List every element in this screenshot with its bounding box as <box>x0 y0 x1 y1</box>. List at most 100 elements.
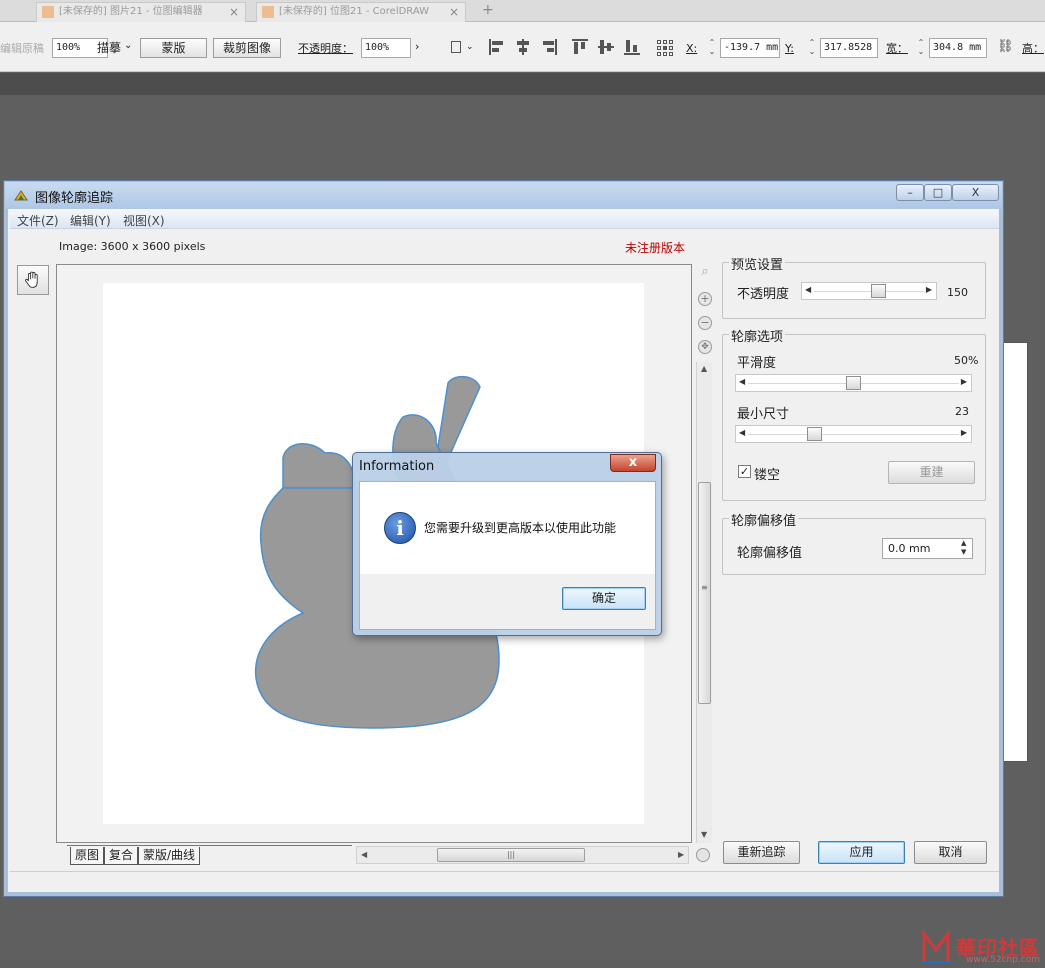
reference-point-icon[interactable] <box>656 38 676 56</box>
host-property-strip <box>0 73 1045 95</box>
chevron-right-icon[interactable]: › <box>415 38 419 58</box>
y-stepper[interactable]: ⌃ ⌄ <box>807 38 817 58</box>
tab-original[interactable]: 原图 <box>70 847 105 865</box>
edit-source-label: 编辑原稿 <box>0 42 44 55</box>
min-size-label: 最小尺寸 <box>737 407 790 422</box>
preview-opacity-slider[interactable]: ◀ ▶ <box>801 282 937 300</box>
close-tab-icon[interactable]: × <box>229 3 239 21</box>
watermark-logo <box>922 929 952 963</box>
align-center-icon[interactable] <box>515 38 531 56</box>
host-tab-strip: [未保存的] 图片21 - 位图编辑器 × [未保存的] 位图21 - Core… <box>0 0 1045 22</box>
vertical-scroll-thumb[interactable]: ≡ <box>698 482 711 704</box>
minimize-button[interactable]: – <box>896 184 924 201</box>
align-right-icon[interactable] <box>541 38 557 56</box>
x-stepper[interactable]: ⌃ ⌄ <box>707 38 717 58</box>
view-tabs: 原图 复合 蒙版/曲线 <box>67 845 352 865</box>
hollow-checkbox[interactable]: ✓ <box>738 465 751 478</box>
width-label: 宽： <box>886 42 908 55</box>
min-size-slider[interactable]: ◀ ▶ <box>735 425 972 443</box>
zoom-in-icon[interactable]: + <box>698 292 712 306</box>
scroll-left-arrow[interactable]: ◀ <box>361 850 367 859</box>
width-field[interactable]: 304.8 mm <box>929 38 987 58</box>
width-stepper[interactable]: ⌃ ⌄ <box>916 38 926 58</box>
dialog-titlebar[interactable]: 图像轮廓追踪 – □ X <box>5 182 1002 209</box>
preview-settings-title: 预览设置 <box>729 254 786 273</box>
contour-offset-group: 轮廓偏移值 轮廓偏移值 0.0 mm ▲ ▼ <box>722 510 986 575</box>
x-field[interactable]: -139.7 mm <box>720 38 780 58</box>
horizontal-scrollbar[interactable]: ◀ ||| ▶ <box>356 846 689 864</box>
rebuild-button[interactable]: 重建 <box>888 461 975 484</box>
contour-options-group: 轮廓选项 平滑度 50% ◀ ▶ 最小尺寸 23 ◀ ▶ ✓ 镂空 重建 <box>722 326 986 501</box>
unlink-icon[interactable]: ⛓ <box>997 38 1014 58</box>
hand-tool-button[interactable] <box>17 265 49 295</box>
host-tab-1-label: [未保存的] 图片21 - 位图编辑器 <box>59 6 203 17</box>
chevron-down-icon[interactable]: ⌄ <box>466 38 474 58</box>
vertical-scrollbar[interactable]: ▲ ≡ ▼ <box>696 362 712 843</box>
opacity-label: 不透明度： <box>298 42 353 55</box>
scroll-down-arrow[interactable]: ▼ <box>701 830 707 839</box>
align-bottom-icon[interactable] <box>624 38 640 56</box>
opacity-field[interactable]: 100% <box>361 38 411 58</box>
min-size-thumb[interactable] <box>806 427 822 441</box>
contour-offset-field[interactable]: 0.0 mm <box>882 538 973 559</box>
height-label: 高： <box>1022 42 1044 55</box>
transform-icon[interactable] <box>450 38 466 56</box>
document-icon <box>42 6 54 18</box>
menu-bar: 文件(Z) 编辑(Y) 视图(X) <box>10 209 999 229</box>
contour-offset-title: 轮廓偏移值 <box>729 510 799 529</box>
navigator-icon[interactable] <box>696 848 710 862</box>
y-label: Y: <box>785 42 794 55</box>
align-middle-icon[interactable] <box>598 38 614 56</box>
watermark-url: www.52cnp.com <box>966 955 1041 965</box>
status-bar <box>10 871 999 891</box>
smoothness-thumb[interactable] <box>846 376 861 390</box>
y-field[interactable]: 317.8528 <box>820 38 878 58</box>
x-label: X: <box>686 42 698 55</box>
image-size-info: Image: 3600 x 3600 pixels <box>59 240 206 253</box>
menu-view[interactable]: 视图(X) <box>123 212 165 229</box>
preview-opacity-thumb[interactable] <box>871 284 886 298</box>
watermark: 華印社區 www.52cnp.com <box>918 928 1045 968</box>
unregistered-label: 未注册版本 <box>625 241 686 255</box>
align-top-icon[interactable] <box>572 38 588 56</box>
info-icon: i <box>384 512 416 544</box>
ok-button[interactable]: 确定 <box>562 587 646 610</box>
host-tab-1[interactable]: [未保存的] 图片21 - 位图编辑器 × <box>36 2 246 22</box>
menu-file[interactable]: 文件(Z) <box>17 212 59 229</box>
zoom-fit-icon[interactable]: ✥ <box>698 340 712 354</box>
close-tab-icon[interactable]: × <box>449 3 459 21</box>
information-body: i 您需要升级到更高版本以使用此功能 确定 <box>359 481 656 630</box>
align-left-icon[interactable] <box>489 38 505 56</box>
information-close-button[interactable]: x <box>610 454 656 472</box>
retrace-button[interactable]: 重新追踪 <box>723 841 800 864</box>
smoothness-slider[interactable]: ◀ ▶ <box>735 374 972 392</box>
contour-offset-stepper[interactable]: ▲ ▼ <box>961 539 966 557</box>
zoom-search-icon[interactable]: ⌕ <box>698 265 712 280</box>
apply-button[interactable]: 应用 <box>818 841 905 864</box>
smoothness-label: 平滑度 <box>737 356 777 371</box>
cancel-button[interactable]: 取消 <box>914 841 987 864</box>
information-message: 您需要升级到更高版本以使用此功能 <box>424 521 617 535</box>
chevron-down-icon[interactable]: ⌄ <box>124 37 132 57</box>
zoom-out-icon[interactable]: − <box>698 316 712 330</box>
menu-edit[interactable]: 编辑(Y) <box>70 212 111 229</box>
new-tab-icon[interactable]: + <box>482 2 494 18</box>
scroll-up-arrow[interactable]: ▲ <box>701 364 707 373</box>
close-window-button[interactable]: X <box>952 184 999 201</box>
tab-mask-curve[interactable]: 蒙版/曲线 <box>138 847 201 865</box>
smoothness-value: 50% <box>954 354 979 367</box>
host-tab-2[interactable]: [未保存的] 位图21 - CorelDRAW × <box>256 2 466 22</box>
horizontal-scroll-thumb[interactable]: ||| <box>437 848 585 862</box>
crop-image-button[interactable]: 裁剪图像 <box>213 38 281 58</box>
hollow-label: 镂空 <box>754 468 781 483</box>
contour-options-title: 轮廓选项 <box>729 326 786 345</box>
app-icon <box>14 190 28 201</box>
preview-opacity-label: 不透明度 <box>737 287 790 302</box>
mask-button[interactable]: 蒙版 <box>140 38 207 58</box>
scroll-right-arrow[interactable]: ▶ <box>678 850 684 859</box>
maximize-button[interactable]: □ <box>924 184 952 201</box>
preview-settings-group: 预览设置 不透明度 ◀ ▶ 150 <box>722 254 986 319</box>
tab-composite[interactable]: 复合 <box>104 847 139 865</box>
information-footer: 确定 <box>360 574 655 629</box>
hand-icon <box>25 271 38 288</box>
